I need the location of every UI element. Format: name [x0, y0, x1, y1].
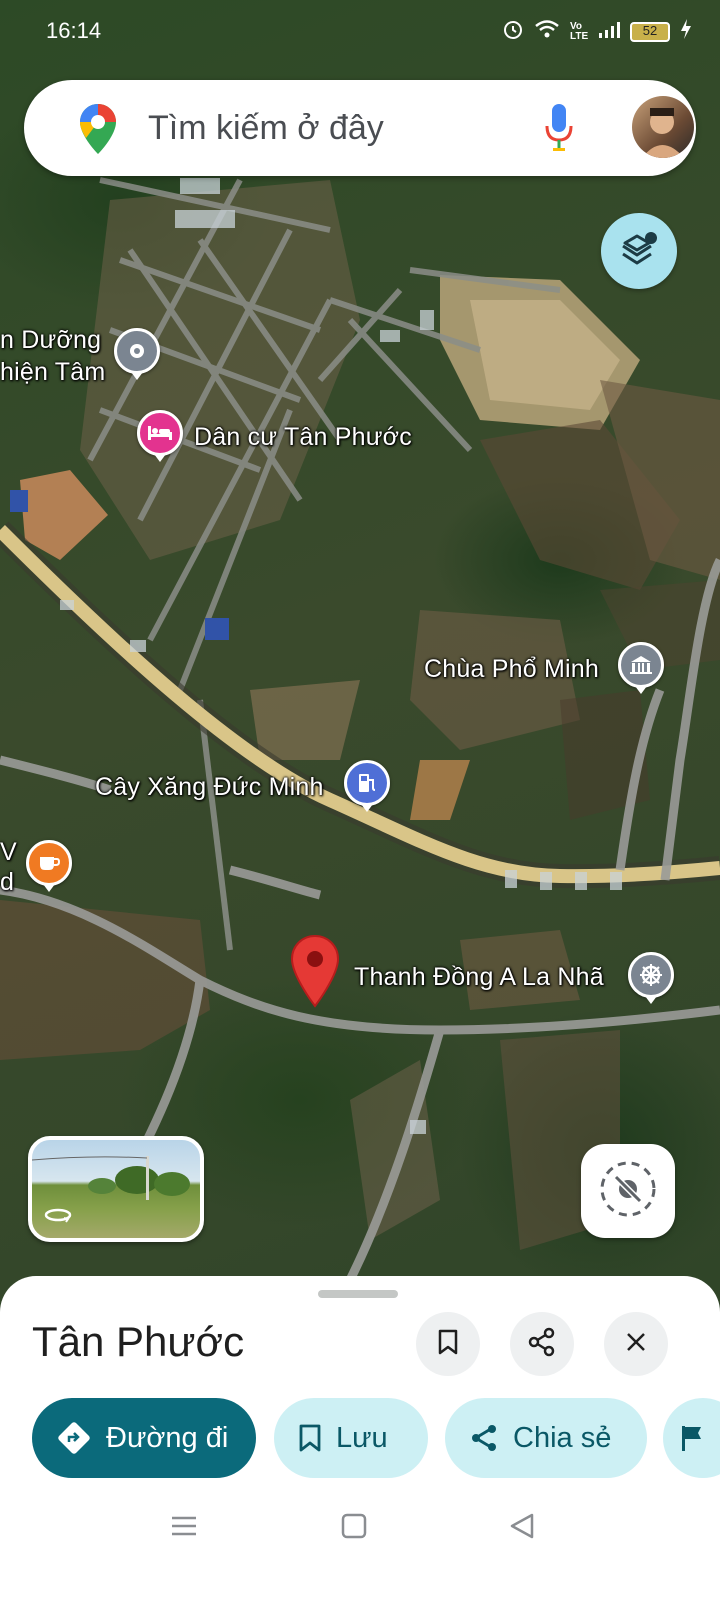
map-label-duong-tam-line2[interactable]: hiện Tâm: [0, 358, 105, 387]
gas-station-icon[interactable]: [344, 760, 390, 812]
flag-icon: [679, 1423, 705, 1453]
my-location-button[interactable]: [581, 1144, 675, 1238]
google-maps-logo-icon: [78, 102, 118, 161]
share-chip-icon: [469, 1423, 499, 1453]
save-chip-label: Lưu: [336, 1421, 388, 1454]
status-time: 16:14: [46, 18, 102, 43]
close-sheet-button[interactable]: [604, 1312, 668, 1376]
bookmark-chip-icon: [298, 1423, 322, 1453]
temple-icon[interactable]: [618, 642, 664, 694]
close-icon: [624, 1330, 648, 1359]
directions-button[interactable]: Đường đi: [32, 1398, 256, 1478]
volte-badge: Vo LTE: [570, 21, 589, 42]
home-nav-icon[interactable]: [340, 1512, 368, 1545]
system-navigation-bar: [0, 1488, 720, 1600]
microphone-icon[interactable]: [544, 102, 574, 159]
map-label-left-v[interactable]: V: [0, 838, 17, 867]
share-icon: [527, 1327, 557, 1362]
charging-icon: [680, 18, 692, 46]
place-title: Tân Phước: [32, 1318, 245, 1365]
status-bar: 16:14 Vo LTE 52: [0, 0, 720, 62]
battery-level: 52: [642, 23, 658, 38]
menu-nav-icon[interactable]: [170, 1512, 198, 1545]
directions-icon: [56, 1420, 92, 1456]
share-chip-button[interactable]: Chia sẻ: [445, 1398, 647, 1478]
map-label-thanh-dong[interactable]: Thanh Đồng A La Nhã: [354, 963, 604, 992]
cafe-cup-icon[interactable]: [26, 840, 72, 892]
save-place-button[interactable]: [416, 1312, 480, 1376]
map-label-cay-xang[interactable]: Cây Xăng Đức Minh: [95, 773, 324, 802]
street-view-thumbnail[interactable]: [28, 1136, 204, 1242]
alarm-icon: [502, 18, 524, 46]
share-place-button[interactable]: [510, 1312, 574, 1376]
layers-icon: [619, 230, 659, 273]
selected-location-pin-icon[interactable]: [290, 934, 340, 1008]
place-pin-icon[interactable]: [114, 328, 160, 380]
hotel-bed-icon[interactable]: [137, 410, 183, 462]
directions-label: Đường đi: [106, 1421, 229, 1454]
map-label-left-d[interactable]: d: [0, 868, 14, 897]
sheet-drag-handle[interactable]: [318, 1290, 398, 1298]
map-label-dan-cu[interactable]: Dân cư Tân Phước: [194, 423, 412, 452]
bookmark-icon: [437, 1328, 459, 1361]
battery-icon: 52: [630, 22, 670, 42]
status-icons: Vo LTE 52: [502, 18, 692, 46]
search-bar[interactable]: Tìm kiếm ở đây: [24, 80, 696, 176]
account-avatar[interactable]: [632, 96, 694, 158]
share-chip-label: Chia sẻ: [513, 1421, 612, 1454]
wifi-icon: [534, 19, 560, 45]
search-input[interactable]: Tìm kiếm ở đây: [148, 109, 384, 148]
map-layers-button[interactable]: [601, 213, 677, 289]
save-chip-button[interactable]: Lưu: [274, 1398, 428, 1478]
map-label-chua-pho-minh[interactable]: Chùa Phổ Minh: [424, 655, 599, 684]
map-label-duong-tam-line1[interactable]: n Dưỡng: [0, 326, 101, 355]
street-view-360-icon: [44, 1207, 72, 1228]
dharma-wheel-icon[interactable]: [628, 952, 674, 1004]
more-chip-button[interactable]: [663, 1398, 720, 1478]
back-nav-icon[interactable]: [508, 1512, 536, 1545]
signal-icon: [598, 19, 620, 45]
location-off-icon: [598, 1159, 658, 1224]
